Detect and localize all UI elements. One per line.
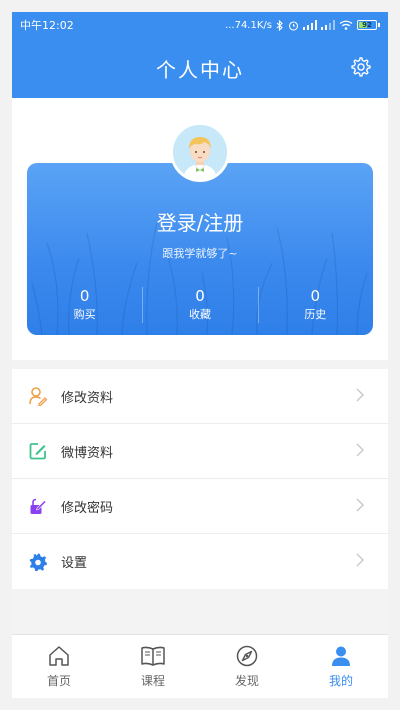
avatar[interactable] xyxy=(170,122,230,182)
tab-label: 首页 xyxy=(46,674,71,688)
stat-purchases[interactable]: 0 购买 xyxy=(27,283,142,327)
network-speed: ...74.1K/s xyxy=(225,19,272,31)
password-edit-icon xyxy=(27,495,49,517)
chevron-right-icon xyxy=(356,498,364,512)
chevron-right-icon xyxy=(356,553,364,567)
login-register-link[interactable]: 登录/注册 xyxy=(27,207,373,236)
profile-card: 登录/注册 跟我学就够了~ 0 购买 0 收藏 0 历史 xyxy=(27,163,373,335)
menu-item-change-password[interactable]: 修改密码 xyxy=(12,479,388,534)
tab-label: 发现 xyxy=(234,674,259,688)
tab-label: 课程 xyxy=(140,674,165,688)
profile-stats: 0 购买 0 收藏 0 历史 xyxy=(27,283,373,327)
bluetooth-icon xyxy=(276,19,283,31)
battery-icon: 92 xyxy=(357,20,380,30)
menu-item-edit-profile[interactable]: 修改资料 xyxy=(12,369,388,424)
menu-item-label: 修改资料 xyxy=(61,390,114,406)
home-icon xyxy=(49,646,69,666)
compass-icon xyxy=(236,645,258,667)
status-time: 中午12:02 xyxy=(20,19,74,32)
battery-level: 92 xyxy=(362,21,372,29)
stat-label: 收藏 xyxy=(188,308,211,321)
tab-home[interactable]: 首页 xyxy=(12,635,106,698)
menu-list: 修改资料 微博资料 修改密码 设置 xyxy=(12,369,388,589)
menu-item-settings[interactable]: 设置 xyxy=(12,534,388,589)
alarm-icon xyxy=(288,20,299,31)
settings-button[interactable] xyxy=(348,54,374,80)
app-header: 中午12:02 ...74.1K/s 92 个人中心 xyxy=(12,12,388,98)
stat-value: 0 xyxy=(79,287,90,305)
user-edit-icon xyxy=(27,385,49,407)
stat-history[interactable]: 0 历史 xyxy=(257,283,373,327)
book-icon xyxy=(141,646,165,666)
stat-value: 0 xyxy=(195,287,205,305)
user-icon xyxy=(332,646,350,666)
stat-value: 0 xyxy=(310,287,321,305)
chevron-right-icon xyxy=(356,443,364,457)
wifi-icon xyxy=(339,20,353,30)
tab-courses[interactable]: 课程 xyxy=(106,635,200,698)
tab-discover[interactable]: 发现 xyxy=(200,635,294,698)
signal-2-icon xyxy=(321,20,335,30)
page-title: 个人中心 xyxy=(156,57,244,82)
stat-label: 购买 xyxy=(73,308,96,321)
signal-1-icon xyxy=(303,20,317,30)
gear-icon xyxy=(351,57,371,77)
phone-screen: 中午12:02 ...74.1K/s 92 个人中心 登录/注册 跟我学就够了~… xyxy=(12,12,388,698)
menu-item-label: 设置 xyxy=(61,556,88,571)
profile-motto: 跟我学就够了~ xyxy=(162,247,238,260)
edit-square-icon xyxy=(27,440,49,462)
tab-mine[interactable]: 我的 xyxy=(294,635,388,698)
status-bar: 中午12:02 ...74.1K/s 92 xyxy=(12,12,388,38)
menu-item-label: 微博资料 xyxy=(61,445,114,461)
stat-favorites[interactable]: 0 收藏 xyxy=(142,283,257,327)
menu-item-label: 修改密码 xyxy=(61,500,114,516)
tab-label: 我的 xyxy=(328,674,353,688)
stat-label: 历史 xyxy=(304,308,327,321)
status-indicators: ...74.1K/s 92 xyxy=(225,19,380,31)
gear-icon xyxy=(27,551,49,573)
bottom-tab-bar: 首页 课程 发现 我的 xyxy=(12,634,388,698)
menu-item-weibo-profile[interactable]: 微博资料 xyxy=(12,424,388,479)
chevron-right-icon xyxy=(356,388,364,402)
avatar-boy-icon xyxy=(173,125,227,179)
